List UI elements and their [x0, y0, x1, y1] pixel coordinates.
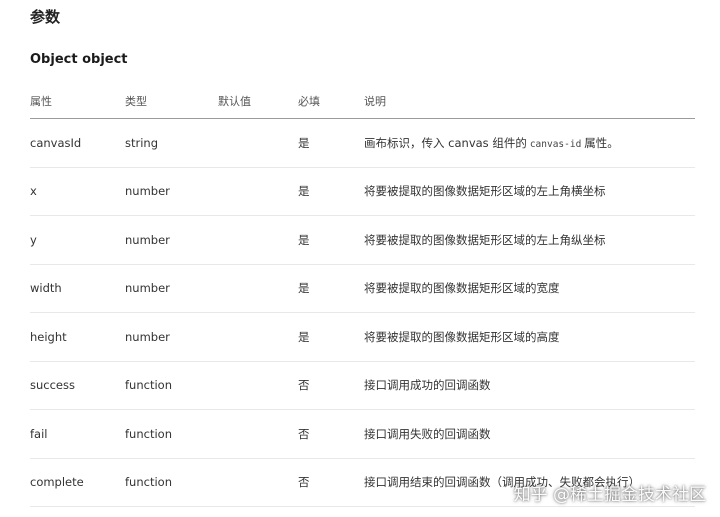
table-row: fail function 否 接口调用失败的回调函数 [30, 410, 695, 459]
table-row: y number 是 将要被提取的图像数据矩形区域的左上角纵坐标 [30, 216, 695, 265]
table-row: x number 是 将要被提取的图像数据矩形区域的左上角横坐标 [30, 168, 695, 216]
params-table: 属性 类型 默认值 必填 说明 canvasId string 是 画布标识，传… [30, 84, 695, 507]
cell-type: function [125, 426, 172, 441]
cell-type: number [125, 232, 170, 247]
cell-type: number [125, 281, 170, 296]
table-row: width number 是 将要被提取的图像数据矩形区域的宽度 [30, 265, 695, 313]
header-description: 说明 [364, 95, 386, 108]
watermark: 知乎 @稀土掘金技术社区 [513, 485, 706, 505]
header-required: 必填 [298, 95, 320, 108]
table-row: height number 是 将要被提取的图像数据矩形区域的高度 [30, 313, 695, 362]
cell-name: width [30, 281, 62, 296]
cell-name: complete [30, 475, 84, 490]
cell-required: 是 [298, 135, 310, 150]
cell-description: 将要被提取的图像数据矩形区域的左上角纵坐标 [364, 232, 606, 247]
cell-name: x [30, 184, 37, 199]
cell-name: height [30, 329, 67, 344]
description-suffix: 属性。 [584, 135, 619, 150]
table-header-row: 属性 类型 默认值 必填 说明 [30, 84, 695, 119]
cell-type: string [125, 135, 159, 150]
header-name: 属性 [30, 95, 52, 108]
header-type: 类型 [125, 95, 147, 108]
section-title: 参数 [30, 8, 61, 26]
cell-required: 是 [298, 232, 310, 247]
object-title: Object object [30, 52, 128, 67]
cell-required: 否 [298, 426, 310, 441]
cell-required: 是 [298, 281, 310, 296]
cell-description: 画布标识，传入 canvas 组件的 canvas-id 属性。 [364, 135, 619, 151]
cell-required: 否 [298, 378, 310, 393]
cell-name: success [30, 378, 75, 393]
cell-name: y [30, 232, 37, 247]
cell-description: 接口调用失败的回调函数 [364, 426, 491, 441]
cell-required: 是 [298, 184, 310, 199]
header-default: 默认值 [218, 95, 251, 108]
cell-type: number [125, 329, 170, 344]
cell-name: fail [30, 426, 48, 441]
cell-type: function [125, 378, 172, 393]
cell-required: 否 [298, 475, 310, 490]
cell-description: 将要被提取的图像数据矩形区域的宽度 [364, 281, 560, 296]
cell-description: 将要被提取的图像数据矩形区域的左上角横坐标 [364, 184, 606, 199]
table-row: canvasId string 是 画布标识，传入 canvas 组件的 canv… [30, 119, 695, 168]
inline-code: canvas-id [529, 138, 582, 150]
cell-required: 是 [298, 329, 310, 344]
cell-description: 将要被提取的图像数据矩形区域的高度 [364, 329, 560, 344]
table-row: success function 否 接口调用成功的回调函数 [30, 362, 695, 410]
cell-name: canvasId [30, 135, 82, 150]
cell-type: number [125, 184, 170, 199]
cell-type: function [125, 475, 172, 490]
description-text: 画布标识，传入 canvas 组件的 [364, 135, 527, 150]
cell-description: 接口调用成功的回调函数 [364, 378, 491, 393]
